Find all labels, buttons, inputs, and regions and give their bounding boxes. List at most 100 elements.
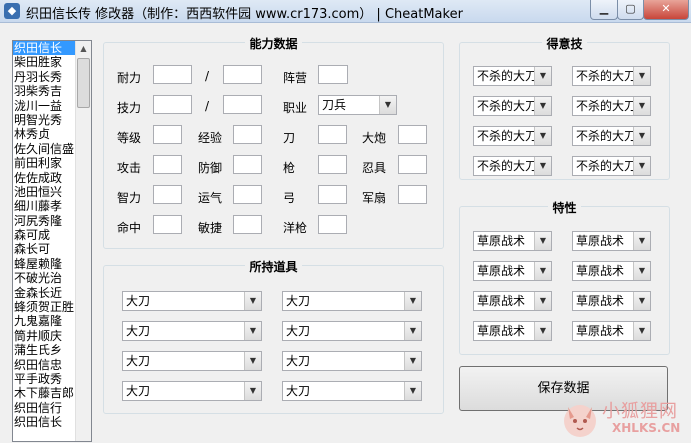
- sword-input[interactable]: [318, 125, 347, 144]
- item-select[interactable]: 大刀 ▼: [282, 321, 422, 341]
- special-skill-select[interactable]: 不杀的大刀 ▼: [572, 96, 651, 116]
- chevron-down-icon[interactable]: ▼: [244, 352, 261, 370]
- chevron-down-icon[interactable]: ▼: [244, 382, 261, 400]
- list-item[interactable]: 柴田胜家: [13, 55, 75, 69]
- hp-current-input[interactable]: [153, 65, 192, 84]
- exp-input[interactable]: [233, 125, 262, 144]
- int-input[interactable]: [153, 185, 182, 204]
- bow-input[interactable]: [318, 185, 347, 204]
- skill-max-input[interactable]: [223, 95, 262, 114]
- list-item[interactable]: 筒井顺庆: [13, 329, 75, 343]
- spear-input[interactable]: [318, 155, 347, 174]
- trait-select[interactable]: 草原战术 ▼: [473, 231, 552, 251]
- close-button[interactable]: ✕: [643, 0, 689, 20]
- item-select[interactable]: 大刀 ▼: [122, 291, 262, 311]
- chevron-down-icon[interactable]: ▼: [404, 382, 421, 400]
- list-item[interactable]: 九鬼嘉隆: [13, 314, 75, 328]
- chevron-down-icon[interactable]: ▼: [534, 322, 551, 340]
- defense-input[interactable]: [233, 155, 262, 174]
- chevron-down-icon[interactable]: ▼: [534, 67, 551, 85]
- item-select[interactable]: 大刀 ▼: [282, 351, 422, 371]
- trait-select[interactable]: 草原战术 ▼: [572, 261, 651, 281]
- luck-input[interactable]: [233, 185, 262, 204]
- chevron-down-icon[interactable]: ▼: [633, 292, 650, 310]
- chevron-down-icon[interactable]: ▼: [633, 262, 650, 280]
- scroll-up-arrow-icon[interactable]: ▲: [77, 42, 90, 56]
- special-skill-select[interactable]: 不杀的大刀 ▼: [572, 126, 651, 146]
- item-select[interactable]: 大刀 ▼: [122, 351, 262, 371]
- list-item[interactable]: 佐佐成政: [13, 171, 75, 185]
- chevron-down-icon[interactable]: ▼: [633, 127, 650, 145]
- skill-current-input[interactable]: [153, 95, 192, 114]
- title-bar[interactable]: ◆ 织田信长传 修改器（制作：西西软件园 www.cr173.com） | Ch…: [0, 0, 691, 23]
- chevron-down-icon[interactable]: ▼: [534, 127, 551, 145]
- special-skill-select[interactable]: 不杀的大刀 ▼: [473, 126, 552, 146]
- trait-select[interactable]: 草原战术 ▼: [572, 321, 651, 341]
- minimize-button[interactable]: ▁: [590, 0, 618, 20]
- chevron-down-icon[interactable]: ▼: [404, 292, 421, 310]
- list-scrollbar[interactable]: ▲: [75, 41, 91, 441]
- list-item[interactable]: 不破光治: [13, 271, 75, 285]
- cannon-input[interactable]: [398, 125, 427, 144]
- list-item[interactable]: 蜂屋赖隆: [13, 257, 75, 271]
- list-item[interactable]: 森长可: [13, 242, 75, 256]
- list-item[interactable]: 羽柴秀吉: [13, 84, 75, 98]
- trait-select[interactable]: 草原战术 ▼: [473, 261, 552, 281]
- list-item[interactable]: 池田恒兴: [13, 185, 75, 199]
- chevron-down-icon[interactable]: ▼: [534, 157, 551, 175]
- trait-select[interactable]: 草原战术 ▼: [572, 291, 651, 311]
- chevron-down-icon[interactable]: ▼: [633, 97, 650, 115]
- list-item[interactable]: 织田信长: [13, 415, 75, 429]
- attack-input[interactable]: [153, 155, 182, 174]
- special-skill-select[interactable]: 不杀的大刀 ▼: [473, 66, 552, 86]
- list-item[interactable]: 林秀贞: [13, 127, 75, 141]
- ninja-input[interactable]: [398, 155, 427, 174]
- list-item[interactable]: 明智光秀: [13, 113, 75, 127]
- item-select[interactable]: 大刀 ▼: [282, 381, 422, 401]
- list-item[interactable]: 蒲生氏乡: [13, 343, 75, 357]
- trait-select[interactable]: 草原战术 ▼: [572, 231, 651, 251]
- list-item[interactable]: 前田利家: [13, 156, 75, 170]
- agility-input[interactable]: [233, 215, 262, 234]
- chevron-down-icon[interactable]: ▼: [633, 232, 650, 250]
- item-select[interactable]: 大刀 ▼: [122, 321, 262, 341]
- maximize-button[interactable]: ▢: [617, 0, 644, 20]
- list-item[interactable]: 丹羽长秀: [13, 70, 75, 84]
- scroll-thumb[interactable]: [77, 58, 90, 108]
- list-item[interactable]: 织田信忠: [13, 358, 75, 372]
- list-item[interactable]: 金森长近: [13, 286, 75, 300]
- chevron-down-icon[interactable]: ▼: [244, 292, 261, 310]
- job-select[interactable]: 刀兵 ▼: [318, 95, 397, 115]
- list-item[interactable]: 织田信行: [13, 401, 75, 415]
- fan-input[interactable]: [398, 185, 427, 204]
- chevron-down-icon[interactable]: ▼: [633, 322, 650, 340]
- chevron-down-icon[interactable]: ▼: [633, 67, 650, 85]
- list-item[interactable]: 织田信长: [13, 41, 75, 56]
- chevron-down-icon[interactable]: ▼: [534, 232, 551, 250]
- chevron-down-icon[interactable]: ▼: [633, 157, 650, 175]
- hit-input[interactable]: [153, 215, 182, 234]
- chevron-down-icon[interactable]: ▼: [404, 352, 421, 370]
- chevron-down-icon[interactable]: ▼: [534, 262, 551, 280]
- chevron-down-icon[interactable]: ▼: [244, 322, 261, 340]
- list-item[interactable]: 佐久间信盛: [13, 142, 75, 156]
- chevron-down-icon[interactable]: ▼: [379, 96, 396, 114]
- character-list[interactable]: 织田信长 柴田胜家 丹羽长秀 羽柴秀吉 泷川一益 明智光秀 林秀贞 佐久间信盛 前田利家 佐佐成政…: [12, 40, 92, 442]
- special-skill-select[interactable]: 不杀的大刀 ▼: [473, 96, 552, 116]
- musket-input[interactable]: [318, 215, 347, 234]
- trait-select[interactable]: 草原战术 ▼: [473, 321, 552, 341]
- list-item[interactable]: 木下藤吉郎: [13, 386, 75, 400]
- camp-input[interactable]: [318, 65, 348, 84]
- hp-max-input[interactable]: [223, 65, 262, 84]
- list-item[interactable]: 平手政秀: [13, 372, 75, 386]
- chevron-down-icon[interactable]: ▼: [404, 322, 421, 340]
- list-item[interactable]: 蜂须贺正胜: [13, 300, 75, 314]
- level-input[interactable]: [153, 125, 182, 144]
- chevron-down-icon[interactable]: ▼: [534, 292, 551, 310]
- special-skill-select[interactable]: 不杀的大刀 ▼: [572, 156, 651, 176]
- list-item[interactable]: 泷川一益: [13, 99, 75, 113]
- item-select[interactable]: 大刀 ▼: [282, 291, 422, 311]
- item-select[interactable]: 大刀 ▼: [122, 381, 262, 401]
- chevron-down-icon[interactable]: ▼: [534, 97, 551, 115]
- special-skill-select[interactable]: 不杀的大刀 ▼: [473, 156, 552, 176]
